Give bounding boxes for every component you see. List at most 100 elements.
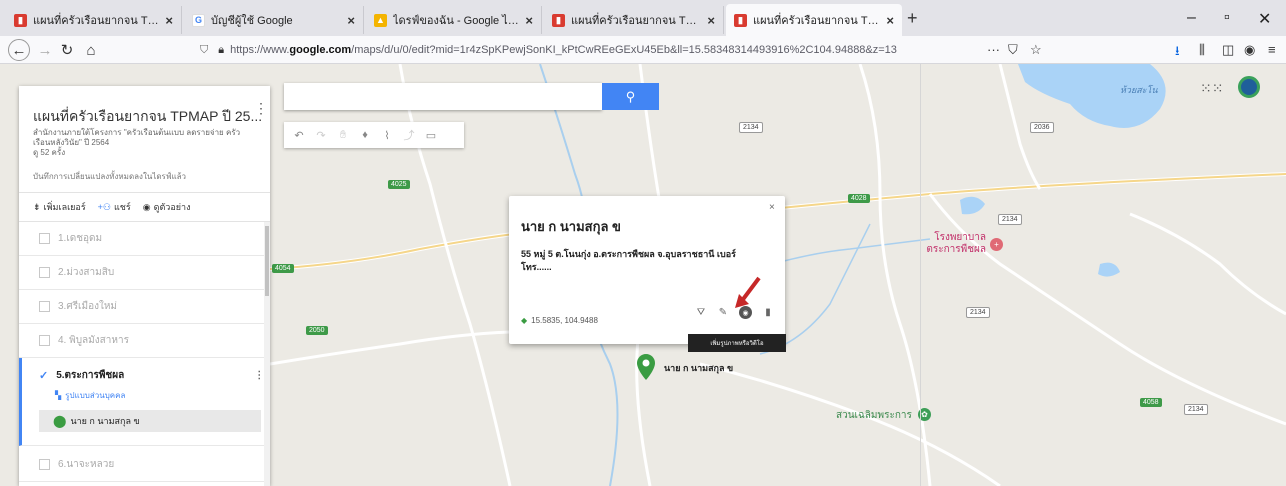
layer-row-active[interactable]: ✓ 5.ตระการพืชผล ⋮ ▚ รูปแบบส่วนบุคคล ⬤ นา…	[19, 358, 264, 446]
road-number-badge: 2036	[1030, 122, 1054, 133]
tab-4[interactable]: ▮ แผนที่ครัวเรือนยากจน TPMAP ปี ×	[544, 6, 724, 34]
add-layer-label: เพิ่มเลเยอร์	[43, 202, 86, 212]
layer-checkbox[interactable]	[39, 233, 50, 244]
mymaps-icon: ▮	[734, 13, 747, 27]
draw-line-icon[interactable]: ⌇	[378, 126, 396, 144]
tab-3[interactable]: ▲ ไดรฟ์ของฉัน - Google ไดรฟ์ ×	[366, 6, 542, 34]
layer-checkbox[interactable]	[39, 301, 50, 312]
pond-shape	[1098, 262, 1120, 277]
scan-divider	[920, 64, 921, 486]
coordinates-text: 15.5835, 104.9488	[531, 316, 598, 325]
layer-checkbox[interactable]	[39, 459, 50, 470]
layers-panel: แผนที่ครัวเรือนยากจน TPMAP ปี 25... ⋮ สำ…	[19, 86, 270, 486]
forward-arrow-icon[interactable]: →	[34, 39, 56, 61]
add-layer-button[interactable]: ⇟ เพิ่มเลเยอร์	[33, 200, 86, 214]
share-button[interactable]: +⚇ แชร์	[98, 200, 131, 214]
tab-5-active[interactable]: ▮ แผนที่ครัวเรือนยากจน TPMAP ปี ×	[726, 4, 902, 36]
more-options-icon[interactable]: ⋮	[254, 100, 268, 117]
search-button[interactable]: ⚲	[602, 83, 659, 110]
shield-icon: ⛉	[200, 43, 209, 56]
measure-ruler-icon[interactable]: ▭	[422, 126, 440, 144]
maximize-icon[interactable]: ▫	[1224, 9, 1230, 27]
map-pin-icon: ⬤	[53, 414, 67, 428]
layer-row[interactable]: 6.นาจะหลวย	[19, 448, 264, 482]
close-icon[interactable]: ×	[886, 13, 894, 28]
add-marker-icon[interactable]: ♦	[356, 126, 374, 144]
eye-icon: ◉	[142, 201, 151, 212]
directions-icon[interactable]: ⤴	[400, 126, 418, 144]
map-canvas[interactable]: 2134 4025 4028 4054 2050 2036 2134 2134 …	[0, 64, 1286, 486]
close-icon[interactable]: ×	[347, 13, 355, 28]
view-count: ดู 52 ครั้ง	[33, 148, 66, 157]
tab-2[interactable]: G บัญชีผู้ใช้ Google ×	[184, 6, 364, 34]
preview-button[interactable]: ◉ ดูตัวอย่าง	[143, 200, 191, 214]
reload-icon[interactable]: ↻	[56, 39, 78, 61]
scrollbar-thumb[interactable]	[265, 226, 269, 296]
layer-row[interactable]: 2.ม่วงสามสิบ	[19, 256, 264, 290]
feature-item[interactable]: ⬤ นาย ก นามสกุล ข	[39, 410, 261, 432]
tab-title: ไดรฟ์ของฉัน - Google ไดรฟ์	[393, 15, 520, 27]
road-number-badge: 2134	[998, 214, 1022, 225]
tab-strip: ▮ แผนที่ครัวเรือนยากจน TPMAP ปี × G บัญช…	[0, 0, 1286, 36]
close-icon[interactable]: ×	[165, 13, 173, 28]
map-marker-icon[interactable]	[637, 354, 655, 380]
tab-title: แผนที่ครัวเรือนยากจน TPMAP ปี	[571, 15, 702, 27]
close-icon[interactable]: ×	[707, 13, 715, 28]
feature-description: 55 หมู่ 5 ต.โนนกุ่ง อ.ตระการพืชผล จ.อุบล…	[521, 249, 736, 272]
layer-label: 4. พิบูลมังสาหาร	[58, 335, 129, 346]
url-bar[interactable]: ⛉ 🔒︎ https://www. google.com/maps/d/u/0/e…	[200, 39, 920, 61]
layer-label: 1.เดชอุดม	[58, 233, 103, 244]
window-close-icon[interactable]: ✕	[1258, 9, 1271, 29]
sidebar-icon[interactable]: ◫	[1222, 42, 1234, 58]
close-icon[interactable]: ×	[525, 13, 533, 28]
lake-label: ห้วยสะโน	[1120, 85, 1158, 95]
home-icon[interactable]: ⌂	[80, 39, 102, 61]
account-icon[interactable]: ◉	[1244, 42, 1255, 58]
lock-icon: 🔒︎	[218, 43, 225, 56]
layer-label: 3.ศรีเมืองใหม่	[58, 301, 118, 312]
menu-icon[interactable]: ≡	[1268, 42, 1276, 57]
tooltip: เพิ่มรูปภาพหรือวิดีโอ	[688, 334, 786, 352]
new-tab-button[interactable]: +	[907, 8, 918, 29]
panel-scrollbar[interactable]	[264, 222, 270, 486]
road-number-badge: 4028	[848, 194, 870, 203]
road-number-badge: 2134	[1184, 404, 1208, 415]
drawing-toolbar: ↶ ↷ ✋︎ ♦ ⌇ ⤴ ▭	[284, 122, 464, 148]
map-title[interactable]: แผนที่ครัวเรือนยากจน TPMAP ปี 25...	[33, 106, 262, 128]
back-arrow-icon[interactable]: ←	[8, 39, 30, 61]
search-input[interactable]	[284, 83, 602, 110]
road-line	[699, 362, 1001, 486]
paint-bucket-icon[interactable]: ⛛	[695, 307, 707, 319]
edit-pencil-icon[interactable]: ✎	[717, 307, 729, 319]
downloads-icon[interactable]: ⭳	[1175, 42, 1180, 64]
bookmark-star-icon[interactable]: ☆	[1030, 42, 1042, 58]
apps-grid-icon[interactable]: ⁙⁙	[1200, 80, 1223, 97]
layer-options-icon[interactable]: ⋮	[254, 370, 264, 381]
layer-checkbox[interactable]	[39, 335, 50, 346]
checkmark-icon[interactable]: ✓	[39, 369, 48, 382]
minimize-icon[interactable]: –	[1187, 9, 1196, 27]
hand-icon[interactable]: ✋︎	[334, 126, 352, 144]
layer-row[interactable]: 4. พิบูลมังสาหาร	[19, 324, 264, 358]
delete-trash-icon[interactable]: ▮	[762, 307, 774, 319]
layer-row[interactable]: 1.เดชอุดม	[19, 222, 264, 256]
library-icon[interactable]: ⫼	[1199, 42, 1205, 58]
pocket-icon[interactable]: ⛉	[1008, 42, 1018, 58]
avatar[interactable]	[1238, 76, 1260, 98]
layer-row[interactable]: 3.ศรีเมืองใหม่	[19, 290, 264, 324]
layer-style-link[interactable]: ▚ รูปแบบส่วนบุคคล	[55, 389, 125, 402]
layer-label: 2.ม่วงสามสิบ	[58, 267, 115, 278]
hospital-icon[interactable]: +	[990, 238, 1003, 251]
tab-1[interactable]: ▮ แผนที่ครัวเรือนยากจน TPMAP ปี ×	[6, 6, 182, 34]
url-host: google.com	[289, 44, 352, 56]
layer-checkbox[interactable]	[39, 267, 50, 278]
undo-icon[interactable]: ↶	[290, 126, 308, 144]
description-text: สำนักงานภายใต้โครงการ "ครัวเรือนต้นแบบ ล…	[33, 128, 241, 147]
map-description[interactable]: สำนักงานภายใต้โครงการ "ครัวเรือนต้นแบบ ล…	[33, 128, 243, 158]
redo-icon[interactable]: ↷	[312, 126, 330, 144]
search-icon: ⚲	[625, 88, 636, 104]
page-actions-icon[interactable]: ···	[987, 42, 1000, 57]
close-icon[interactable]: ×	[769, 202, 775, 213]
layer-label: 5.ตระการพืชผล	[56, 370, 125, 381]
drive-icon: ▲	[374, 13, 387, 27]
